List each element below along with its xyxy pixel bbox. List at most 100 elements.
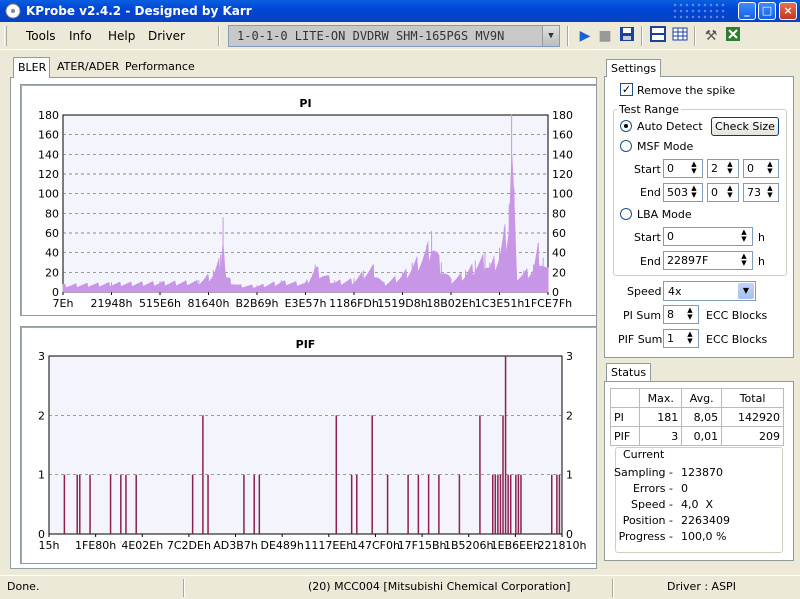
play-icon[interactable]: ▶ (575, 26, 595, 46)
table-icon[interactable] (670, 26, 690, 46)
y-tick-label-right: 3 (566, 350, 573, 363)
status-bar: Done. (20) MCC004 [Mitsubishi Chemical C… (0, 575, 800, 599)
tab-settings[interactable]: Settings (606, 59, 662, 77)
x-tick-label: 18B02Eh (426, 297, 475, 310)
status-text: Done. (7, 580, 40, 593)
spin-arrows-icon[interactable]: ▲ ▼ (723, 185, 737, 200)
check-size-button[interactable]: Check Size (711, 117, 779, 136)
window-title: KProbe v2.4.2 - Designed by Karr (26, 4, 252, 18)
y-tick-label-right: 40 (552, 247, 566, 260)
exit-icon[interactable] (723, 26, 743, 46)
spin-arrows-icon[interactable]: ▲ ▼ (683, 331, 697, 346)
msf-mode-label: MSF Mode (637, 140, 694, 153)
msf-start-min[interactable]: 0 ▲ ▼ (663, 159, 703, 178)
spin-arrows-icon[interactable]: ▲ ▼ (687, 185, 701, 200)
x-tick-label: B2B69h (235, 297, 278, 310)
x-tick-label: 1519D8h (377, 297, 427, 310)
maximize-button[interactable]: □ (758, 2, 776, 20)
position-value: 2263409 (681, 514, 730, 527)
spin-arrows-icon[interactable]: ▲ ▼ (763, 161, 777, 176)
status-header-row: Max. Avg. Total (609, 388, 784, 408)
spin-arrows-icon[interactable]: ▲ ▼ (683, 307, 697, 322)
menu-tools[interactable]: Tools (26, 29, 56, 43)
lba-end-field[interactable]: 22897F ▲ ▼ (663, 251, 753, 270)
statusbar-separator (183, 579, 185, 597)
x-tick-label: 1FE80h (75, 539, 116, 552)
tab-status[interactable]: Status (606, 363, 652, 381)
x-tick-label: 7C2DEh (167, 539, 211, 552)
status-header-avg: Avg. (681, 388, 723, 408)
x-tick-label: E3E57h (285, 297, 327, 310)
pi-avg: 8,05 (681, 407, 723, 427)
y-tick-label-right: 120 (552, 168, 573, 181)
tab-ater-ader[interactable]: ATER/ADER (53, 57, 123, 77)
sampling-label: Sampling - (614, 466, 673, 479)
spin-arrows-icon[interactable]: ▲ ▼ (737, 229, 751, 244)
toolbar-separator (218, 26, 220, 46)
menu-driver[interactable]: Driver (148, 29, 185, 43)
menu-help[interactable]: Help (108, 29, 135, 43)
msf-mode-radio[interactable] (620, 140, 632, 152)
title-pattern (672, 2, 726, 20)
status-row-label: PI (609, 407, 641, 427)
spin-arrows-icon[interactable]: ▲ ▼ (737, 253, 751, 268)
msf-end-frame[interactable]: 73 ▲ ▼ (743, 183, 779, 202)
x-tick-label: DE489h (260, 539, 303, 552)
x-tick-label: 515E6h (139, 297, 181, 310)
x-tick-label: 15h (39, 539, 60, 552)
lba-start-field[interactable]: 0 ▲ ▼ (663, 227, 753, 246)
y-tick-label: 180 (38, 109, 59, 122)
spin-arrows-icon[interactable]: ▲ ▼ (763, 185, 777, 200)
pif-chart: PIF 0 0 1 1 2 2 3 3 15h 1FE80h 4E02Eh 7C2DEh AD3B7h DE… (20, 326, 597, 564)
pif-sum-field[interactable]: 1 ▲ ▼ (663, 329, 699, 348)
errors-label: Errors - (632, 482, 673, 495)
y-tick-label-right: 60 (552, 227, 566, 240)
msf-start-frame[interactable]: 0 ▲ ▼ (743, 159, 779, 178)
y-tick-label-right: 80 (552, 207, 566, 220)
auto-detect-radio[interactable] (620, 120, 632, 132)
y-tick-label-right: 140 (552, 148, 573, 161)
speed-select[interactable]: 4x ▼ (663, 281, 756, 301)
msf-end-min[interactable]: 503 ▲ ▼ (663, 183, 703, 202)
y-tick-label: 80 (45, 207, 59, 220)
save-icon[interactable] (617, 26, 637, 46)
position-label: Position - (622, 514, 673, 527)
x-tick-label: 1117EEh (304, 539, 353, 552)
spin-arrows-icon[interactable]: ▲ ▼ (723, 161, 737, 176)
spin-arrows-icon[interactable]: ▲ ▼ (687, 161, 701, 176)
pif-avg: 0,01 (681, 426, 723, 446)
chevron-down-icon[interactable]: ▼ (738, 283, 754, 299)
toolbar-separator (641, 26, 643, 46)
drive-select[interactable]: 1-0-1-0 LITE-ON DVDRW SHM-165P6S MV9N ▼ (228, 25, 560, 47)
msf-end-sec[interactable]: 0 ▲ ▼ (707, 183, 739, 202)
lba-mode-radio[interactable] (620, 208, 632, 220)
y-tick-label: 2 (38, 409, 45, 422)
x-tick-label: 81640h (188, 297, 230, 310)
tools-icon[interactable]: ⚒ (701, 26, 721, 46)
x-tick-label: 21948h (91, 297, 133, 310)
layout-icon[interactable] (648, 26, 668, 46)
msf-end-min-value: 503 (667, 186, 688, 199)
menu-info[interactable]: Info (69, 29, 92, 43)
y-tick-label-right: 180 (552, 109, 573, 122)
y-tick-label: 40 (45, 247, 59, 260)
pi-sum-field[interactable]: 8 ▲ ▼ (663, 305, 699, 324)
tab-performance[interactable]: Performance (121, 57, 199, 77)
msf-start-min-value: 0 (667, 162, 674, 175)
lba-start-value: 0 (667, 230, 674, 243)
menu-grip (4, 26, 7, 46)
stop-icon[interactable]: ■ (595, 26, 615, 46)
remove-spike-checkbox[interactable]: ✓ (620, 83, 633, 96)
msf-start-sec-value: 2 (711, 162, 718, 175)
status-row-label: PIF (609, 426, 641, 446)
pi-sum-label: PI Sum (623, 309, 662, 322)
close-button[interactable]: × (779, 2, 797, 20)
msf-start-sec[interactable]: 2 ▲ ▼ (707, 159, 739, 178)
tab-bler[interactable]: BLER (13, 57, 50, 78)
minimize-button[interactable]: _ (738, 2, 756, 20)
pif-sum-label: PIF Sum (618, 333, 663, 346)
y-tick-label-right: 1 (566, 469, 573, 482)
chevron-down-icon[interactable]: ▼ (542, 26, 559, 46)
msf-start-label: Start (634, 163, 661, 176)
chart-title: PIF (296, 338, 316, 351)
